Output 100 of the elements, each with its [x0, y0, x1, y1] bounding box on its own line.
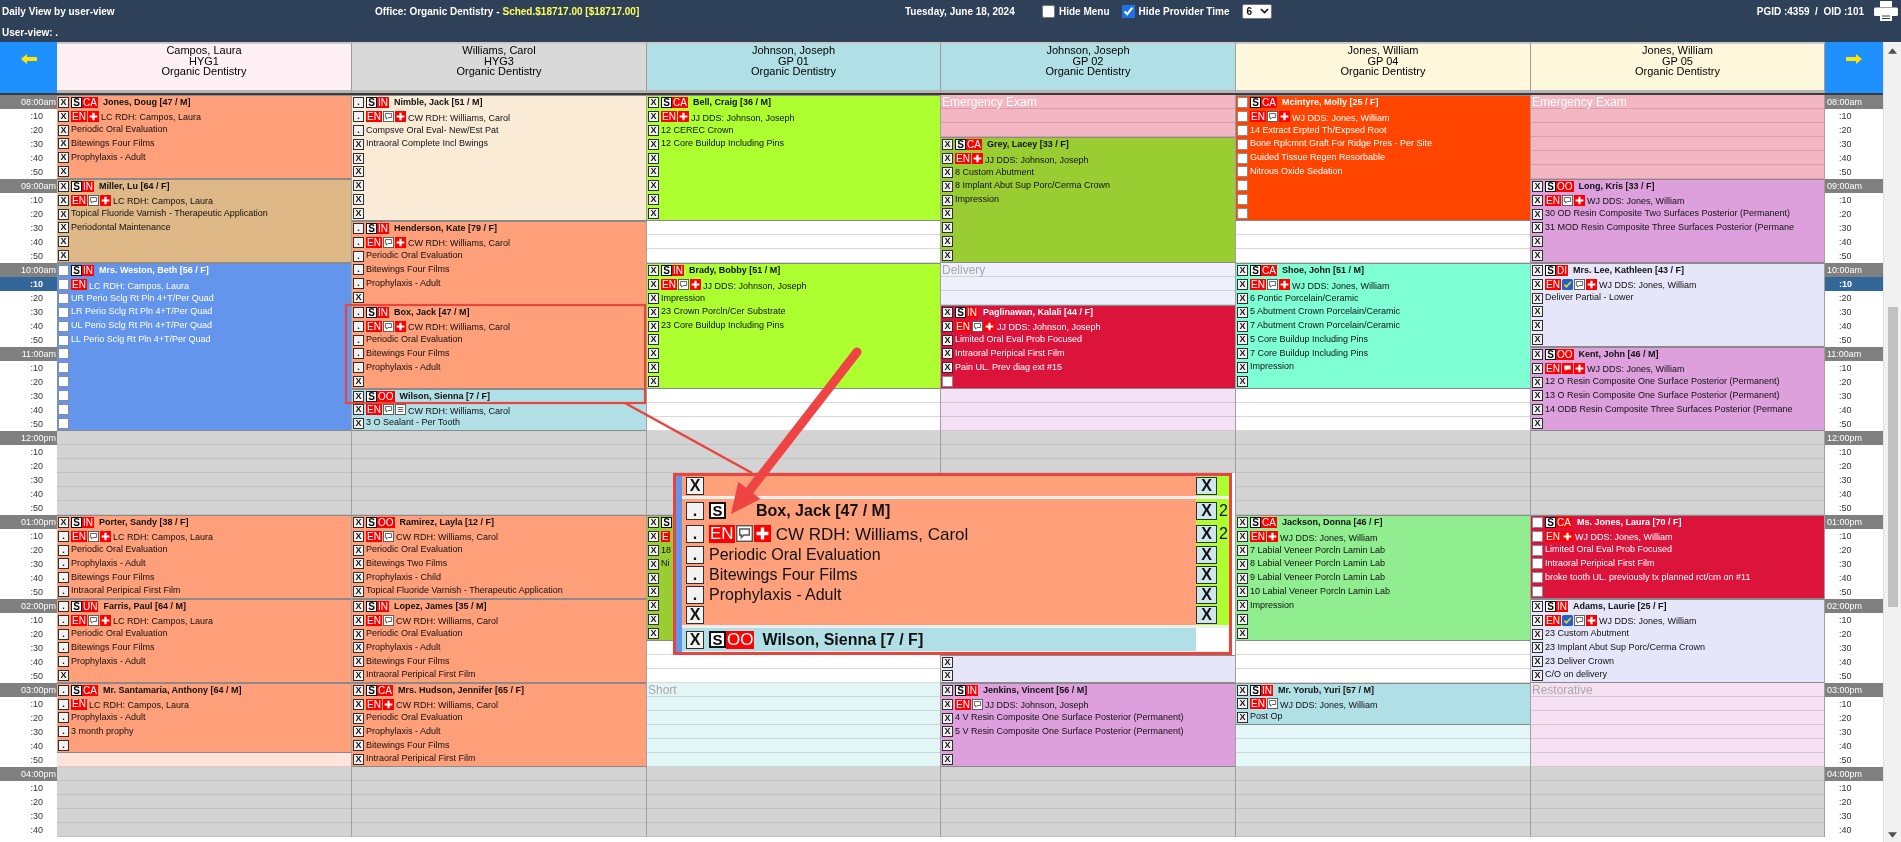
status-toggle[interactable]: X: [942, 235, 953, 247]
status-toggle[interactable]: X: [1196, 566, 1217, 584]
status-toggle[interactable]: [58, 403, 69, 415]
appointment-block[interactable]: X S CA Bell, Craig [36 / M] X EN JJ DDS: Johnson, Joseph X 12 CEREC Crown X 12 Core Buildup Including Pins X X X X X: [647, 95, 940, 221]
status-toggle[interactable]: X: [1532, 249, 1543, 261]
status-toggle[interactable]: [1237, 193, 1248, 205]
status-toggle[interactable]: X: [942, 180, 953, 192]
status-toggle[interactable]: X: [648, 375, 659, 387]
status-toggle[interactable]: X: [1532, 404, 1543, 415]
appointment-block[interactable]: S IN Mrs. Weston, Beth [56 / F] EN LC RDH: Campos, Laura UR Perio Sclg Rt Pln 4+T/Per Quad LR Perio Sclg Rt Pln 4+T/Per Quad UL Perio Sclg Rt Pln 4+T/Per Quad LL Perio Sclg Rt Pln 4+T/Per Quad: [57, 263, 351, 431]
appointment-block[interactable]: X S IN Miller, Lu [64 / F] X EN LC RDH: Campos, Laura X Topical Fluoride Varnish - Therapeutic Application X Periodontal Maintenance X X: [57, 179, 351, 263]
status-toggle[interactable]: .: [58, 572, 69, 583]
status-toggle[interactable]: X: [353, 572, 364, 583]
appointment-block[interactable]: . S IN Nimble, Jack [51 / M] . EN CW RDH: Williams, Carol . Compsve Oral Eval- New/Est Pat X Intraoral Complete Incl Bwings X X X X X: [352, 95, 646, 221]
status-toggle[interactable]: X: [58, 669, 69, 681]
status-toggle[interactable]: .: [58, 642, 69, 654]
status-toggle[interactable]: X: [58, 517, 69, 529]
status-toggle[interactable]: X: [942, 222, 953, 234]
status-toggle[interactable]: .: [353, 223, 364, 235]
status-toggle[interactable]: X: [353, 138, 364, 150]
status-toggle[interactable]: .: [353, 348, 364, 360]
status-toggle[interactable]: X: [1196, 546, 1217, 564]
status-toggle[interactable]: X: [942, 321, 953, 332]
status-toggle[interactable]: X: [1237, 348, 1248, 360]
status-toggle[interactable]: .: [353, 264, 364, 276]
status-toggle[interactable]: [1237, 97, 1248, 109]
status-toggle[interactable]: X: [1532, 628, 1543, 640]
status-toggle[interactable]: [58, 376, 69, 388]
status-toggle[interactable]: X: [1532, 615, 1543, 626]
status-toggle[interactable]: X: [353, 685, 364, 697]
next-button[interactable]: [1825, 42, 1883, 93]
status-toggle[interactable]: [1532, 544, 1543, 556]
status-toggle[interactable]: [1532, 531, 1543, 542]
status-toggle[interactable]: X: [648, 517, 659, 529]
status-toggle[interactable]: X: [1532, 363, 1543, 374]
status-toggle[interactable]: X: [648, 207, 659, 219]
status-toggle[interactable]: X: [58, 208, 69, 220]
appointment-block[interactable]: X S CA Grey, Lacey [33 / F] X EN JJ DDS: Johnson, Joseph X 8 Custom Abutment X 8 Implant Abut Sup Porc/Cerma Crown X Impression X X X X: [941, 137, 1235, 263]
appointment-block[interactable]: X S OO Ramirez, Layla [12 / F] X EN CW RDH: Williams, Carol X Periodic Oral Evaluation X Bitewings Two Films X Prophylaxis - Child X Topical Fluoride Varnish - Therapeutic Application: [352, 515, 646, 599]
status-toggle[interactable]: X: [648, 586, 659, 598]
appointment-block[interactable]: X S OO Long, Kris [33 / F] X EN WJ DDS: Jones, William X 30 OD Resin Composite Two Surfaces Posterior (Permanent) X 31 MOD Resin Composite Three Surfaces Posterior (Permane X X: [1531, 179, 1824, 263]
status-toggle[interactable]: [58, 293, 69, 305]
status-toggle[interactable]: X: [648, 193, 659, 205]
status-toggle[interactable]: .: [58, 698, 69, 710]
status-toggle[interactable]: X: [942, 348, 953, 360]
status-toggle[interactable]: .: [58, 544, 69, 556]
appointment-block[interactable]: X S IN Paglinawan, Kalali [44 / F] X EN JJ DDS: Johnson, Joseph X Limited Oral Eval Prob Focused X Intraoral Peripical First Film X Pain UL. Prev diag ext #15: [941, 305, 1235, 389]
appointment-block[interactable]: [1236, 515, 1530, 641]
status-toggle[interactable]: X: [353, 601, 364, 613]
appointment-block[interactable]: S CA Mcintyre, Molly [25 / F] EN WJ DDS: Jones, William 14 Extract Erpted Th/Expsed Root Bone Rplcmnt Graft For Ridge Pres - Per Site Guided Tissue Regen Resorbable Nitrous Oxide Sedation: [1236, 95, 1530, 221]
status-toggle[interactable]: [58, 334, 69, 346]
status-toggle[interactable]: X: [1237, 685, 1248, 697]
status-toggle[interactable]: X: [353, 726, 364, 738]
status-toggle[interactable]: X: [58, 236, 69, 247]
reserved-slot[interactable]: [57, 753, 351, 767]
status-toggle[interactable]: X: [686, 477, 704, 495]
status-toggle[interactable]: [1237, 207, 1248, 219]
status-toggle[interactable]: X: [353, 166, 364, 178]
status-toggle[interactable]: .: [686, 501, 704, 520]
status-toggle[interactable]: [1237, 111, 1248, 123]
status-toggle[interactable]: X: [648, 138, 659, 150]
status-toggle[interactable]: X: [1196, 524, 1217, 543]
status-toggle[interactable]: X: [942, 657, 953, 668]
status-toggle[interactable]: X: [1532, 669, 1543, 681]
reserved-slot[interactable]: [647, 711, 940, 725]
status-toggle[interactable]: X: [58, 165, 69, 177]
status-toggle[interactable]: X: [648, 572, 659, 584]
status-toggle[interactable]: X: [648, 348, 659, 360]
reserved-slot[interactable]: [1531, 123, 1824, 137]
status-toggle[interactable]: X: [686, 606, 704, 624]
status-toggle[interactable]: X: [58, 195, 69, 206]
status-toggle[interactable]: X: [1237, 627, 1248, 639]
status-toggle[interactable]: X: [648, 111, 659, 123]
status-toggle[interactable]: X: [353, 417, 364, 429]
status-toggle[interactable]: X: [353, 740, 364, 751]
status-toggle[interactable]: X: [1532, 390, 1543, 402]
status-toggle[interactable]: .: [686, 546, 704, 564]
status-toggle[interactable]: X: [942, 699, 953, 710]
appointment-block[interactable]: X S IN Lopez, James [35 / M] X EN CW RDH: Williams, Carol X Periodic Oral Evaluation X Prophylaxis - Adult X Bitewings Four Films X Intraoral Peripical First Film: [352, 599, 646, 683]
scroll-up-icon[interactable]: [1888, 48, 1897, 54]
appointment-block[interactable]: . S UN Farris, Paul [64 / M] . EN LC RDH: Campos, Laura . Periodic Oral Evaluation . Bitewings Four Films . Prophylaxis - Adult X: [57, 599, 351, 683]
status-toggle[interactable]: [58, 306, 69, 318]
status-toggle[interactable]: .: [353, 250, 364, 262]
status-toggle[interactable]: X: [353, 669, 364, 681]
status-toggle[interactable]: [1237, 124, 1248, 136]
status-toggle[interactable]: X: [58, 181, 69, 193]
status-toggle[interactable]: X: [1532, 349, 1543, 361]
status-toggle[interactable]: .: [353, 321, 364, 332]
scroll-thumb[interactable]: [1887, 307, 1898, 607]
status-toggle[interactable]: X: [1532, 320, 1543, 331]
status-toggle[interactable]: X: [353, 615, 364, 626]
appointment-block[interactable]: X S IN Jenkins, Vincent [56 / M] X EN JJ DDS: Johnson, Joseph X 4 V Resin Composite One Surface Posterior (Permanent) X 5 V Resin Composite One Surface Posterior (Permanent) X X: [941, 683, 1235, 767]
status-toggle[interactable]: [1237, 166, 1248, 178]
status-toggle[interactable]: X: [648, 180, 659, 192]
status-toggle[interactable]: [58, 348, 69, 360]
status-toggle[interactable]: .: [353, 111, 364, 123]
view-select[interactable]: 6: [1241, 3, 1272, 19]
status-toggle[interactable]: X: [1237, 279, 1248, 291]
reserved-slot[interactable]: [1531, 753, 1824, 767]
status-toggle[interactable]: X: [1237, 292, 1248, 304]
